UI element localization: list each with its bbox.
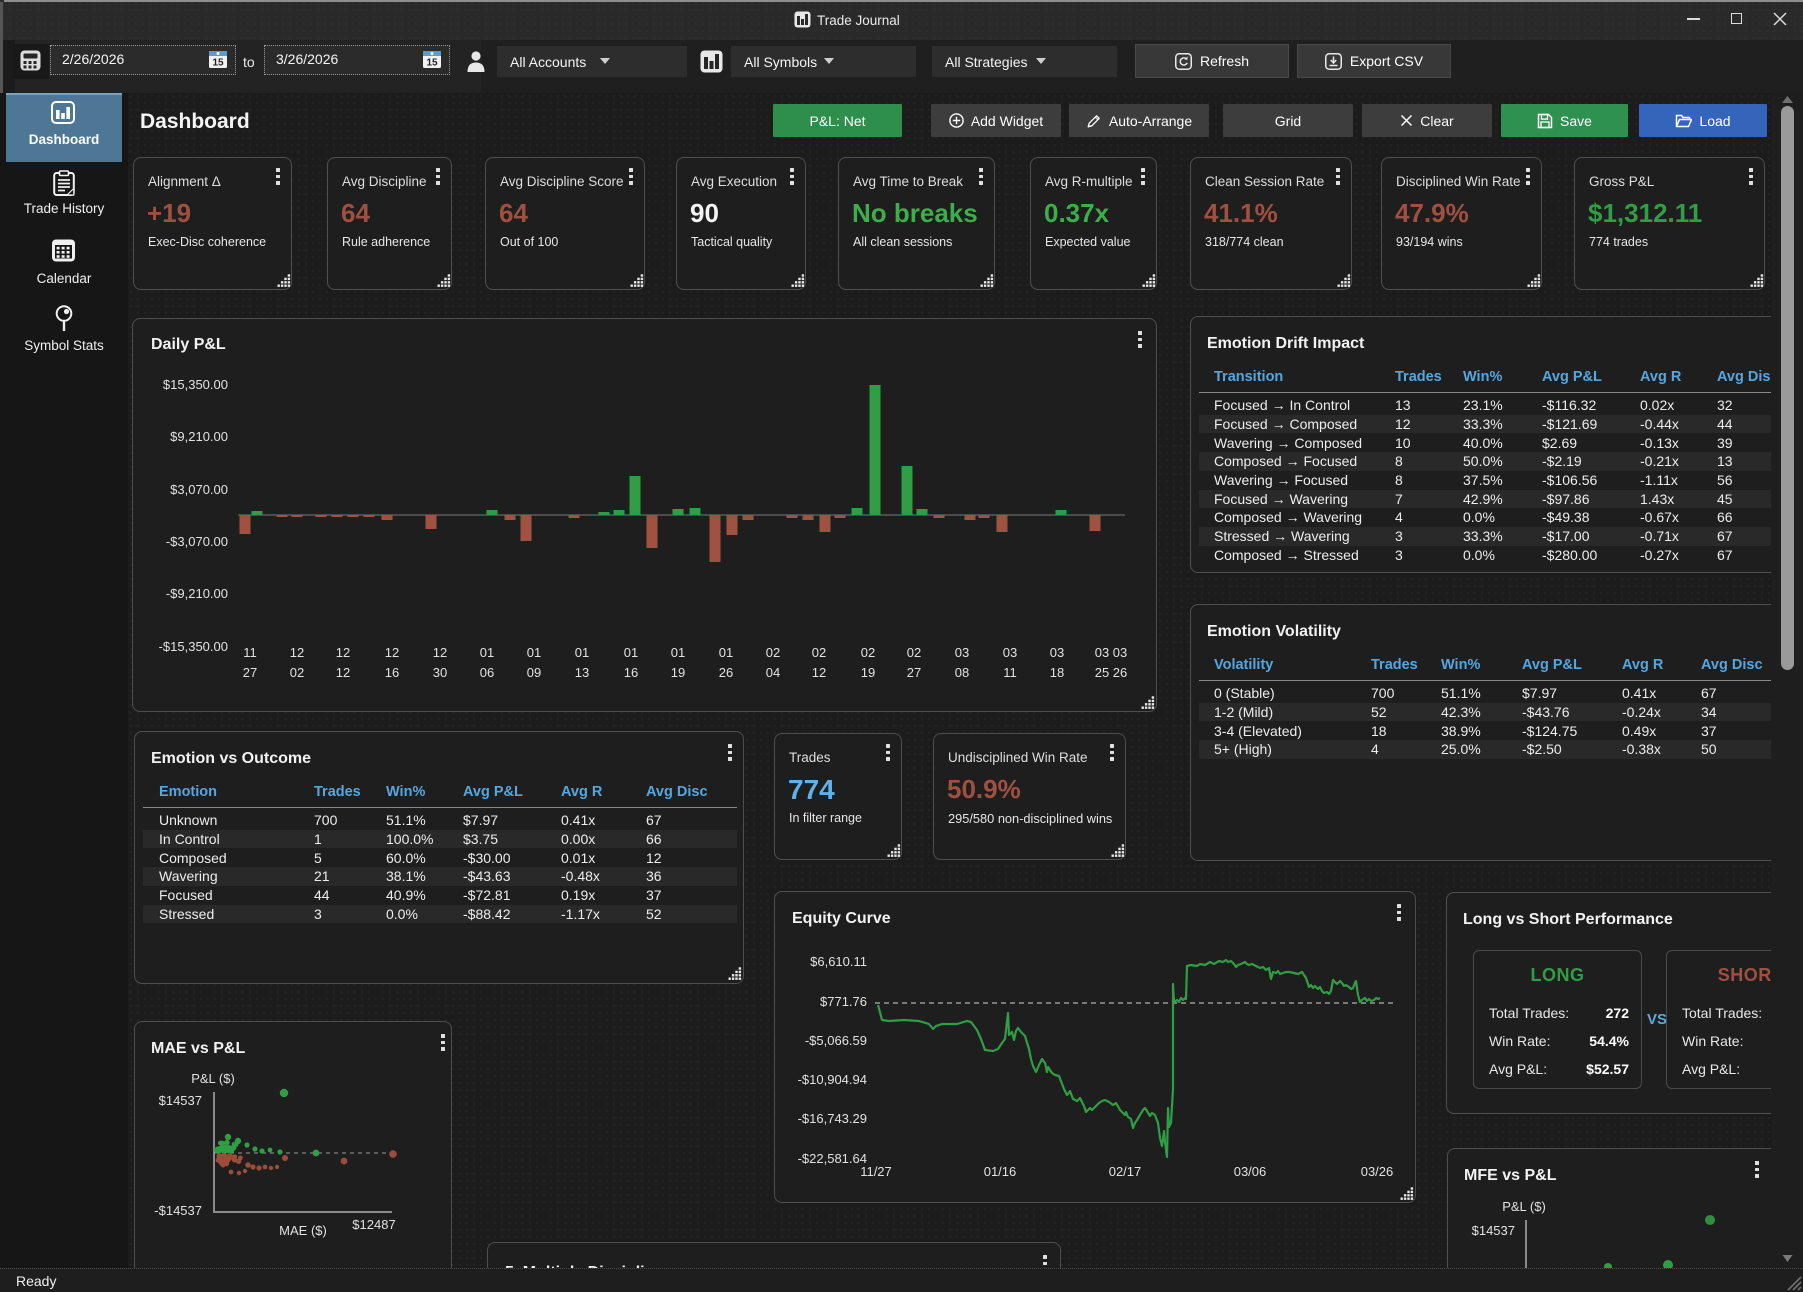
svg-text:$12487: $12487 [352,1217,395,1232]
svg-text:01: 01 [671,645,685,660]
svg-text:16: 16 [624,665,638,680]
svg-text:12: 12 [290,645,304,660]
svg-text:15: 15 [426,58,438,69]
svg-text:19: 19 [861,665,875,680]
svg-text:03: 03 [1003,645,1017,660]
svg-text:08: 08 [955,665,969,680]
svg-text:19: 19 [671,665,685,680]
svg-text:01: 01 [527,645,541,660]
svg-text:27: 27 [907,665,921,680]
svg-text:26: 26 [1113,665,1127,680]
svg-text:-$14537: -$14537 [154,1203,202,1218]
svg-text:01: 01 [624,645,638,660]
svg-text:$14537: $14537 [159,1093,202,1108]
svg-text:02: 02 [907,645,921,660]
svg-text:-$10,904.94: -$10,904.94 [798,1072,867,1087]
svg-text:02: 02 [766,645,780,660]
svg-text:P&L ($): P&L ($) [191,1071,235,1086]
svg-text:02: 02 [290,665,304,680]
svg-text:30: 30 [433,665,447,680]
svg-text:12: 12 [812,665,826,680]
svg-text:06: 06 [480,665,494,680]
svg-text:12: 12 [336,645,350,660]
svg-text:-$16,743.29: -$16,743.29 [798,1111,867,1126]
svg-text:03/26: 03/26 [1361,1164,1394,1179]
svg-text:$9,210.00: $9,210.00 [170,429,228,444]
svg-text:01: 01 [480,645,494,660]
svg-text:27: 27 [243,665,257,680]
svg-text:$771.76: $771.76 [820,994,867,1009]
svg-text:18: 18 [1050,665,1064,680]
svg-text:01: 01 [575,645,589,660]
svg-text:13: 13 [575,665,589,680]
svg-text:03: 03 [955,645,969,660]
svg-text:01: 01 [719,645,733,660]
svg-text:03: 03 [1050,645,1064,660]
svg-text:04: 04 [766,665,780,680]
svg-text:-$3,070.00: -$3,070.00 [166,534,228,549]
svg-text:09: 09 [527,665,541,680]
svg-text:-$9,210.00: -$9,210.00 [166,586,228,601]
svg-text:$3,070.00: $3,070.00 [170,482,228,497]
svg-text:02/17: 02/17 [1109,1164,1142,1179]
svg-text:12: 12 [336,665,350,680]
svg-text:$6,610.11: $6,610.11 [810,954,867,969]
svg-text:16: 16 [385,665,399,680]
svg-text:$14537: $14537 [1472,1223,1515,1238]
svg-text:12: 12 [385,645,399,660]
svg-text:$15,350.00: $15,350.00 [163,377,228,392]
svg-text:15: 15 [212,58,224,69]
svg-text:03: 03 [1095,645,1109,660]
svg-text:MAE ($): MAE ($) [279,1223,327,1238]
svg-text:25: 25 [1095,665,1109,680]
svg-text:11: 11 [243,645,257,660]
svg-text:11: 11 [1003,665,1017,680]
svg-text:03: 03 [1113,645,1127,660]
svg-text:-$5,066.59: -$5,066.59 [805,1033,867,1048]
svg-text:02: 02 [812,645,826,660]
svg-text:26: 26 [719,665,733,680]
svg-text:-$15,350.00: -$15,350.00 [159,639,228,654]
svg-text:-$22,581.64: -$22,581.64 [798,1151,867,1166]
svg-text:P&L ($): P&L ($) [1502,1199,1546,1214]
svg-text:03/06: 03/06 [1234,1164,1267,1179]
svg-text:02: 02 [861,645,875,660]
svg-text:01/16: 01/16 [984,1164,1017,1179]
svg-text:11/27: 11/27 [860,1164,892,1179]
svg-text:12: 12 [433,645,447,660]
